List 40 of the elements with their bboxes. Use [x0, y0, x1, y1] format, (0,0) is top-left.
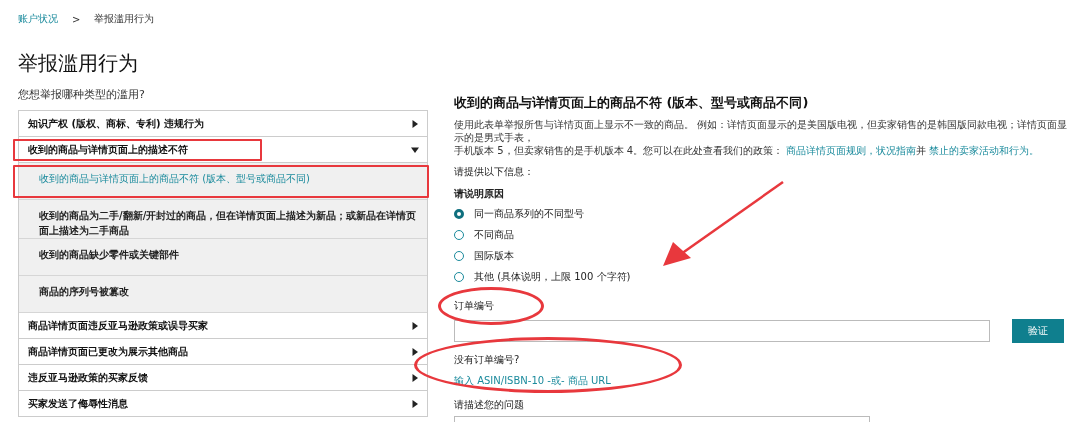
question-text: 您想举报哪种类型的滥用? [18, 87, 146, 102]
policy-link[interactable]: 状况指南 [876, 145, 917, 156]
caret-icon [411, 347, 419, 356]
subcategory-item[interactable]: 收到的商品为二手/翻新/开封过的商品，但在详情页面上描述为新品；或新品在详情页面上描述为二手商品 [19, 200, 427, 239]
order-label: 订单编号 [454, 299, 494, 313]
category-label: 违反亚马逊政策的买家反馈 [28, 370, 148, 385]
radio-button[interactable] [454, 251, 464, 261]
caret-icon [411, 119, 419, 128]
caret-icon [411, 321, 419, 330]
category-label: 商品详情页面已更改为展示其他商品 [28, 344, 188, 359]
description-text: 使用此表单举报所售与详情页面上显示不一致的商品。 例如：详情页面显示的是美国版电视，但卖家销售的是韩国版同款电视；详情页面显示的是男式手表， 手机版本 5，但卖家销售的是手机版本 4。您可以在此处查看我们的政策： 商品详情页面规则，状况指南并 禁止的卖家活动和行为。 [454, 118, 1068, 157]
category-label: 知识产权 (版权、商标、专利) 违规行为 [28, 116, 205, 131]
order-number-field[interactable] [454, 320, 990, 342]
breadcrumb-link[interactable]: 账户状况 [18, 12, 58, 26]
radio-button[interactable] [454, 230, 464, 240]
page-title: 举报滥用行为 [18, 50, 139, 77]
subcategory-item[interactable]: 商品的序列号被篡改 [19, 276, 427, 313]
describe-label: 请描述您的问题 [454, 398, 525, 412]
reason-label: 请说明原因 [454, 187, 505, 201]
policy-link[interactable]: 商品详情页面规则， [786, 145, 877, 156]
verify-button[interactable]: 验证 [1012, 319, 1064, 343]
breadcrumb-separator: > [72, 13, 81, 25]
breadcrumb-current: 举报滥用行为 [94, 12, 155, 26]
policy-link[interactable]: 禁止的卖家活动和行为。 [929, 145, 1040, 156]
category-label: 商品详情页面违反亚马逊政策或误导买家 [28, 318, 208, 333]
prompt-text: 请提供以下信息： [454, 165, 535, 179]
section-title: 收到的商品与详情页面上的商品不符 (版本、型号或商品不同) [454, 94, 810, 112]
radio-label: 其他 (具体说明，上限 100 个字符) [474, 270, 631, 284]
no-order-text: 没有订单编号? [454, 353, 521, 367]
radio-label: 不同商品 [474, 228, 514, 242]
caret-icon [411, 399, 419, 408]
subcategory-item[interactable]: 收到的商品缺少零件或关键部件 [19, 239, 427, 276]
radio-label: 国际版本 [474, 249, 514, 263]
radio-button[interactable] [454, 272, 464, 282]
radio-button[interactable] [454, 209, 464, 219]
caret-icon [411, 145, 419, 154]
radio-label: 同一商品系列的不同型号 [474, 207, 584, 221]
category-label: 收到的商品与详情页面上的描述不符 [28, 142, 188, 157]
caret-icon [411, 373, 419, 382]
category-label: 买家发送了侮辱性消息 [28, 396, 128, 411]
